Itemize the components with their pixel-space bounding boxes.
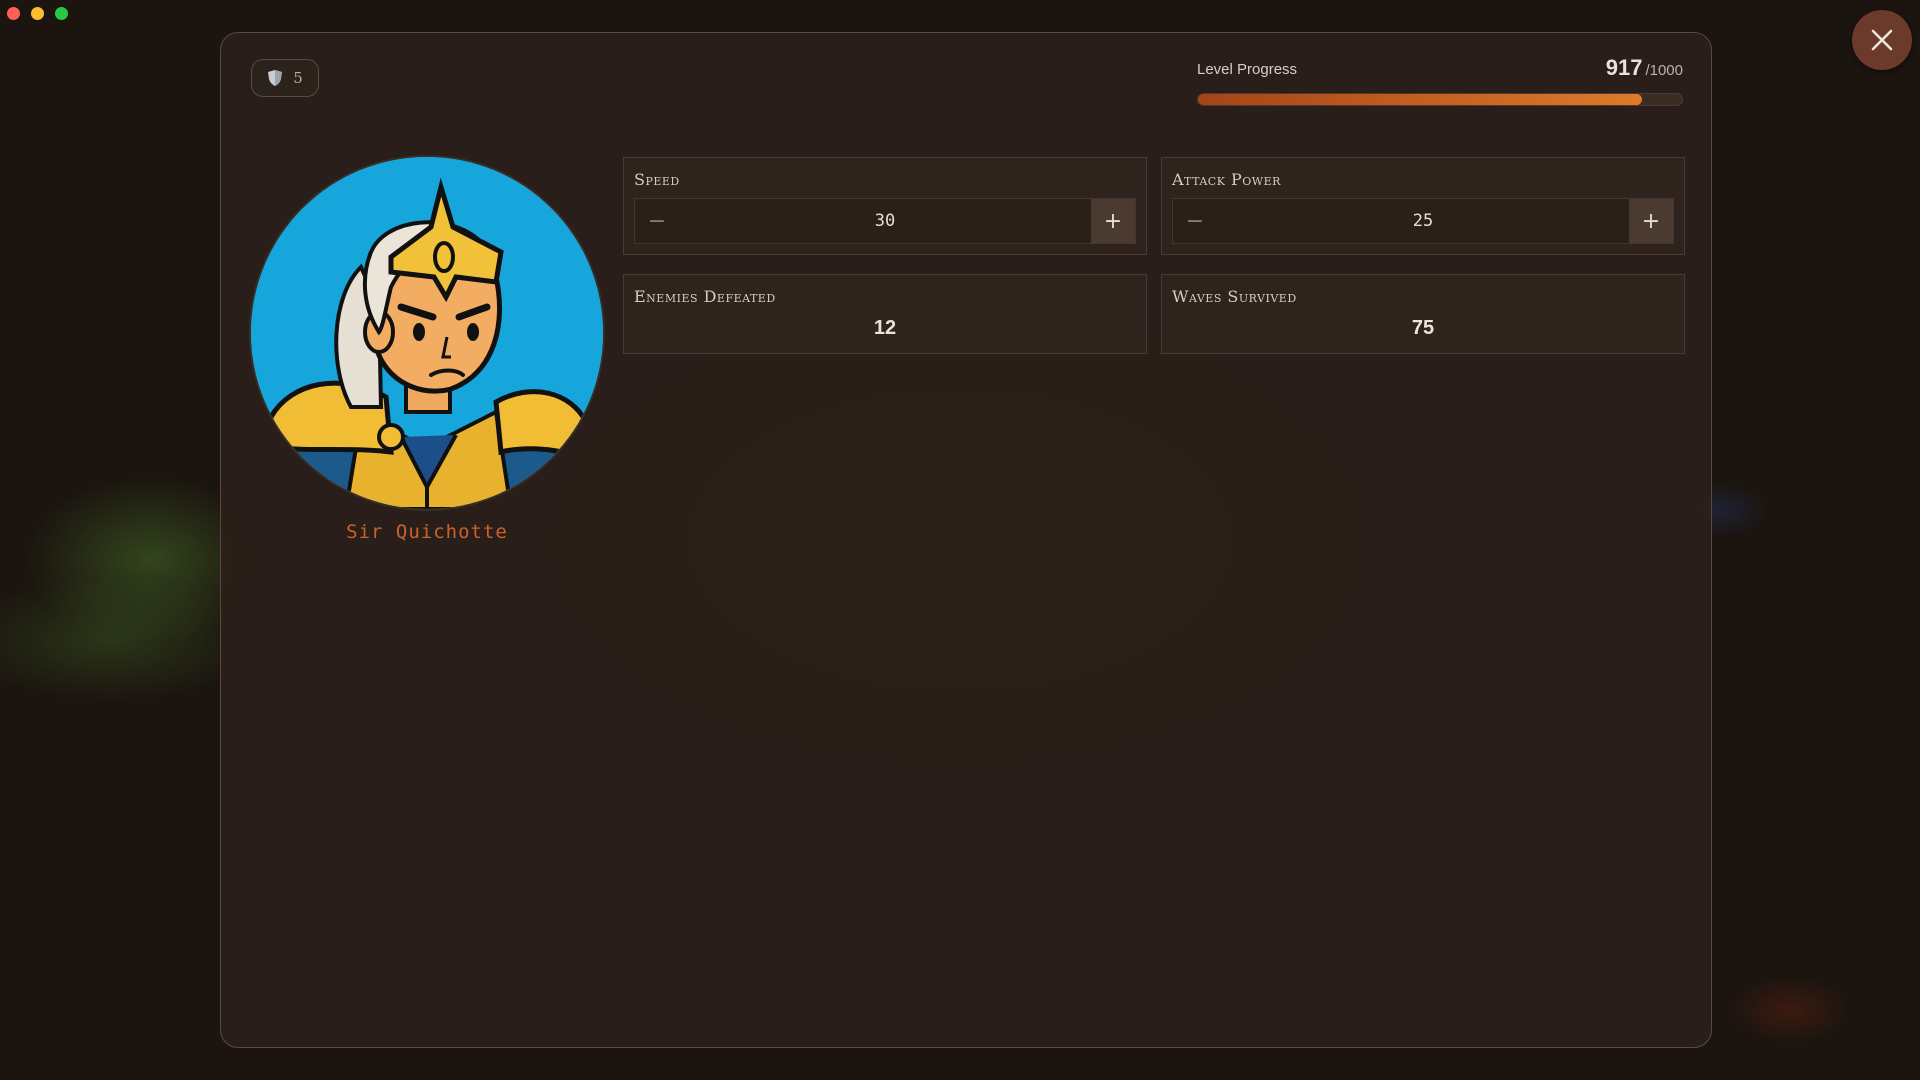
level-progress-fill xyxy=(1198,94,1642,105)
waves-survived-title: Waves Survived xyxy=(1172,287,1297,306)
enemies-defeated-value: 12 xyxy=(873,317,897,339)
speed-title: Speed xyxy=(634,170,680,189)
speed-value[interactable]: 30 xyxy=(679,199,1091,243)
attack-power-card: Attack Power − 25 + xyxy=(1161,157,1685,255)
knight-portrait xyxy=(251,157,603,509)
hero-avatar xyxy=(251,157,603,509)
shield-count: 5 xyxy=(293,69,303,87)
speed-card: Speed − 30 + xyxy=(623,157,1147,255)
close-icon xyxy=(1871,29,1893,51)
level-progress-label: Level Progress xyxy=(1197,61,1298,78)
waves-survived-card: Waves Survived 75 xyxy=(1161,274,1685,354)
waves-survived-value: 75 xyxy=(1411,317,1435,339)
level-progress-max: /1000 xyxy=(1645,62,1683,79)
speed-stepper: − 30 + xyxy=(634,198,1136,244)
level-progress-bar xyxy=(1197,93,1683,106)
window-minimize-dot[interactable] xyxy=(31,7,44,20)
speed-increment-button[interactable]: + xyxy=(1091,199,1135,243)
enemies-defeated-title: Enemies Defeated xyxy=(634,287,776,306)
attack-power-decrement-button[interactable]: − xyxy=(1173,199,1217,243)
close-button[interactable] xyxy=(1852,10,1912,70)
speed-decrement-button[interactable]: − xyxy=(635,199,679,243)
level-progress-value: 917/1000 xyxy=(1606,55,1683,81)
attack-power-stepper: − 25 + xyxy=(1172,198,1674,244)
attack-power-increment-button[interactable]: + xyxy=(1629,199,1673,243)
hero-name: Sir Quichotte xyxy=(346,521,508,543)
shield-icon xyxy=(268,70,283,86)
shield-badge: 5 xyxy=(251,59,319,97)
window-zoom-dot[interactable] xyxy=(55,7,68,20)
level-progress-current: 917 xyxy=(1605,55,1643,80)
attack-power-title: Attack Power xyxy=(1172,170,1281,189)
enemies-defeated-card: Enemies Defeated 12 xyxy=(623,274,1147,354)
attack-power-value[interactable]: 25 xyxy=(1217,199,1629,243)
hero-stats-panel: 5 Level Progress 917/1000 Sir Quichotte … xyxy=(220,32,1712,1048)
window-close-dot[interactable] xyxy=(7,7,20,20)
